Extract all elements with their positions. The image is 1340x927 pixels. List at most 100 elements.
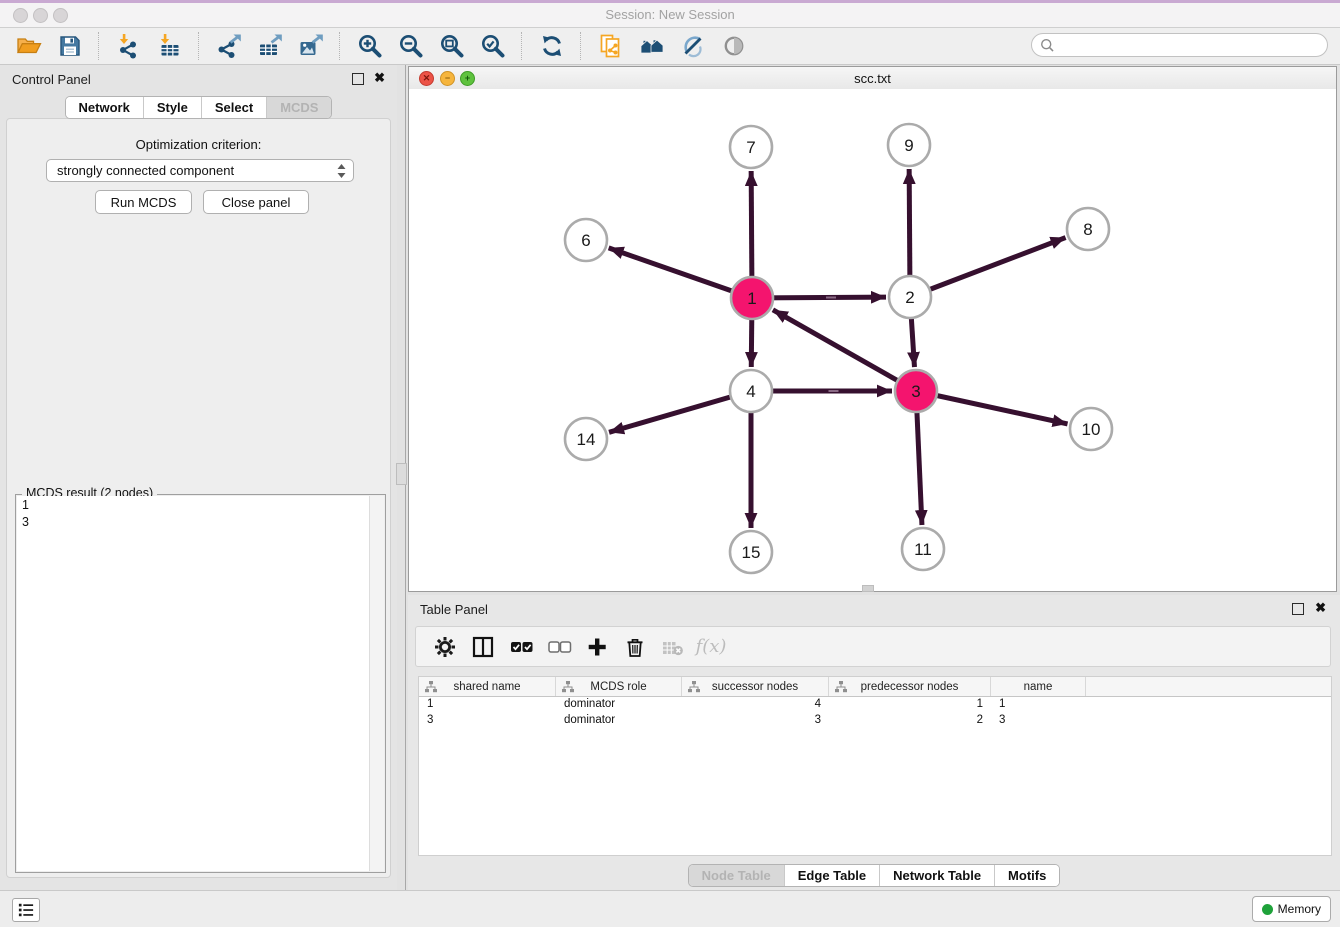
table-header-row: shared name MCDS role successor nodes prede… (419, 677, 1331, 697)
show-hide-icon[interactable] (720, 33, 747, 60)
cell[interactable]: 2 (829, 713, 991, 729)
delete-table-icon (658, 632, 688, 662)
edge-3-1[interactable] (773, 310, 916, 391)
column-header-shared-name[interactable]: shared name (419, 677, 556, 696)
select-all-icon[interactable] (506, 632, 536, 662)
import-network-icon[interactable] (115, 33, 142, 60)
run-mcds-button[interactable]: Run MCDS (95, 190, 192, 214)
column-label: predecessor nodes (861, 681, 959, 693)
table-row[interactable]: 3dominator323 (419, 713, 1331, 729)
tab-motifs[interactable]: Motifs (994, 865, 1059, 886)
toolbar-separator (521, 32, 523, 60)
stepper-icon (337, 164, 346, 178)
cell[interactable]: 3 (682, 713, 829, 729)
network-canvas[interactable]: 7968124314101511 (409, 89, 1336, 591)
import-table-icon[interactable] (156, 33, 183, 60)
float-panel-icon[interactable] (352, 73, 364, 85)
search-field[interactable] (1031, 33, 1328, 57)
column-header-name[interactable]: name (991, 677, 1086, 696)
optimization-criterion-label: Optimization criterion: (7, 137, 390, 152)
tab-network[interactable]: Network (66, 97, 143, 118)
task-history-button[interactable] (12, 898, 40, 922)
graphics-details-icon[interactable] (679, 33, 706, 60)
column-label: MCDS role (590, 681, 646, 693)
column-label: shared name (453, 681, 520, 693)
result-scrollbar[interactable] (369, 496, 384, 871)
status-bar: Memory (0, 890, 1340, 927)
split-panel-icon[interactable] (468, 632, 498, 662)
node-table: shared name MCDS role successor nodes prede… (418, 676, 1332, 856)
close-panel-icon[interactable]: ✖ (374, 70, 385, 86)
tab-select[interactable]: Select (201, 97, 266, 118)
memory-status-icon (1262, 904, 1273, 915)
network-frame: ✕ − + scc.txt 7968124314101511 (408, 66, 1337, 592)
deselect-all-icon[interactable] (544, 632, 574, 662)
window-title: Session: New Session (0, 7, 1340, 22)
cell[interactable]: 1 (829, 697, 991, 713)
tab-network-table[interactable]: Network Table (879, 865, 994, 886)
zoom-out-icon[interactable] (397, 33, 424, 60)
column-header-MCDS-role[interactable]: MCDS role (556, 677, 682, 696)
network-frame-titlebar[interactable]: ✕ − + scc.txt (409, 67, 1336, 90)
export-network-icon[interactable] (215, 33, 242, 60)
canvas-scroll-chip[interactable] (862, 585, 874, 592)
float-table-panel-icon[interactable] (1292, 603, 1304, 615)
edge-3-10[interactable] (916, 391, 1068, 424)
cell[interactable]: dominator (556, 713, 682, 729)
app-titlebar: Session: New Session (0, 0, 1340, 28)
edge-label (826, 297, 836, 299)
save-session-icon[interactable] (56, 33, 83, 60)
cell[interactable]: 3 (991, 713, 1086, 729)
table-row[interactable]: 1dominator411 (419, 697, 1331, 713)
cell[interactable]: 4 (682, 697, 829, 713)
network-graph[interactable]: 7968124314101511 (409, 89, 1336, 592)
tab-mcds[interactable]: MCDS (266, 97, 331, 118)
panel-divider-grabber[interactable] (396, 463, 407, 485)
tab-node-table[interactable]: Node Table (689, 865, 784, 886)
edge-1-6[interactable] (609, 248, 752, 298)
cell[interactable]: 1 (991, 697, 1086, 713)
node-label-3: 3 (911, 382, 920, 401)
table-tabs: Node TableEdge TableNetwork TableMotifs (408, 864, 1340, 887)
edge-label (829, 390, 839, 392)
node-label-15: 15 (742, 543, 761, 562)
mcds-result-line: 3 (17, 513, 370, 530)
node-label-4: 4 (746, 382, 755, 401)
memory-button[interactable]: Memory (1252, 896, 1331, 922)
cell[interactable]: 1 (419, 697, 556, 713)
zoom-in-icon[interactable] (356, 33, 383, 60)
refresh-icon[interactable] (538, 33, 565, 60)
control-panel-title: Control Panel (12, 72, 91, 87)
edge-2-8[interactable] (910, 238, 1066, 297)
close-table-panel-icon[interactable]: ✖ (1315, 600, 1326, 616)
node-label-14: 14 (577, 430, 596, 449)
settings-icon[interactable] (430, 632, 460, 662)
export-table-icon[interactable] (256, 33, 283, 60)
column-header-filler (1086, 677, 1331, 696)
zoom-selected-icon[interactable] (479, 33, 506, 60)
column-header-successor-nodes[interactable]: successor nodes (682, 677, 829, 696)
cell[interactable]: 3 (419, 713, 556, 729)
optimization-criterion-select[interactable]: strongly connected component (46, 159, 354, 182)
search-input[interactable] (1056, 35, 1327, 55)
node-label-1: 1 (747, 289, 756, 308)
node-label-11: 11 (914, 540, 932, 559)
open-session-icon[interactable] (15, 33, 42, 60)
control-panel-tabs: NetworkStyleSelectMCDS (0, 96, 397, 119)
table-panel-header: Table Panel ✖ (408, 595, 1340, 623)
close-panel-button[interactable]: Close panel (203, 190, 309, 214)
delete-column-icon[interactable] (620, 632, 650, 662)
export-image-icon[interactable] (297, 33, 324, 60)
first-neighbors-icon[interactable] (638, 33, 665, 60)
column-header-predecessor-nodes[interactable]: predecessor nodes (829, 677, 991, 696)
table-toolbar: f(x) (415, 626, 1331, 667)
zoom-fit-icon[interactable] (438, 33, 465, 60)
tab-edge-table[interactable]: Edge Table (784, 865, 879, 886)
cell[interactable]: dominator (556, 697, 682, 713)
mcds-panel: Optimization criterion: strongly connect… (6, 118, 391, 878)
add-column-icon[interactable] (582, 632, 612, 662)
new-network-from-selection-icon[interactable] (597, 33, 624, 60)
tab-style[interactable]: Style (143, 97, 201, 118)
search-icon (1039, 37, 1056, 54)
mcds-result-line: 1 (17, 496, 370, 513)
